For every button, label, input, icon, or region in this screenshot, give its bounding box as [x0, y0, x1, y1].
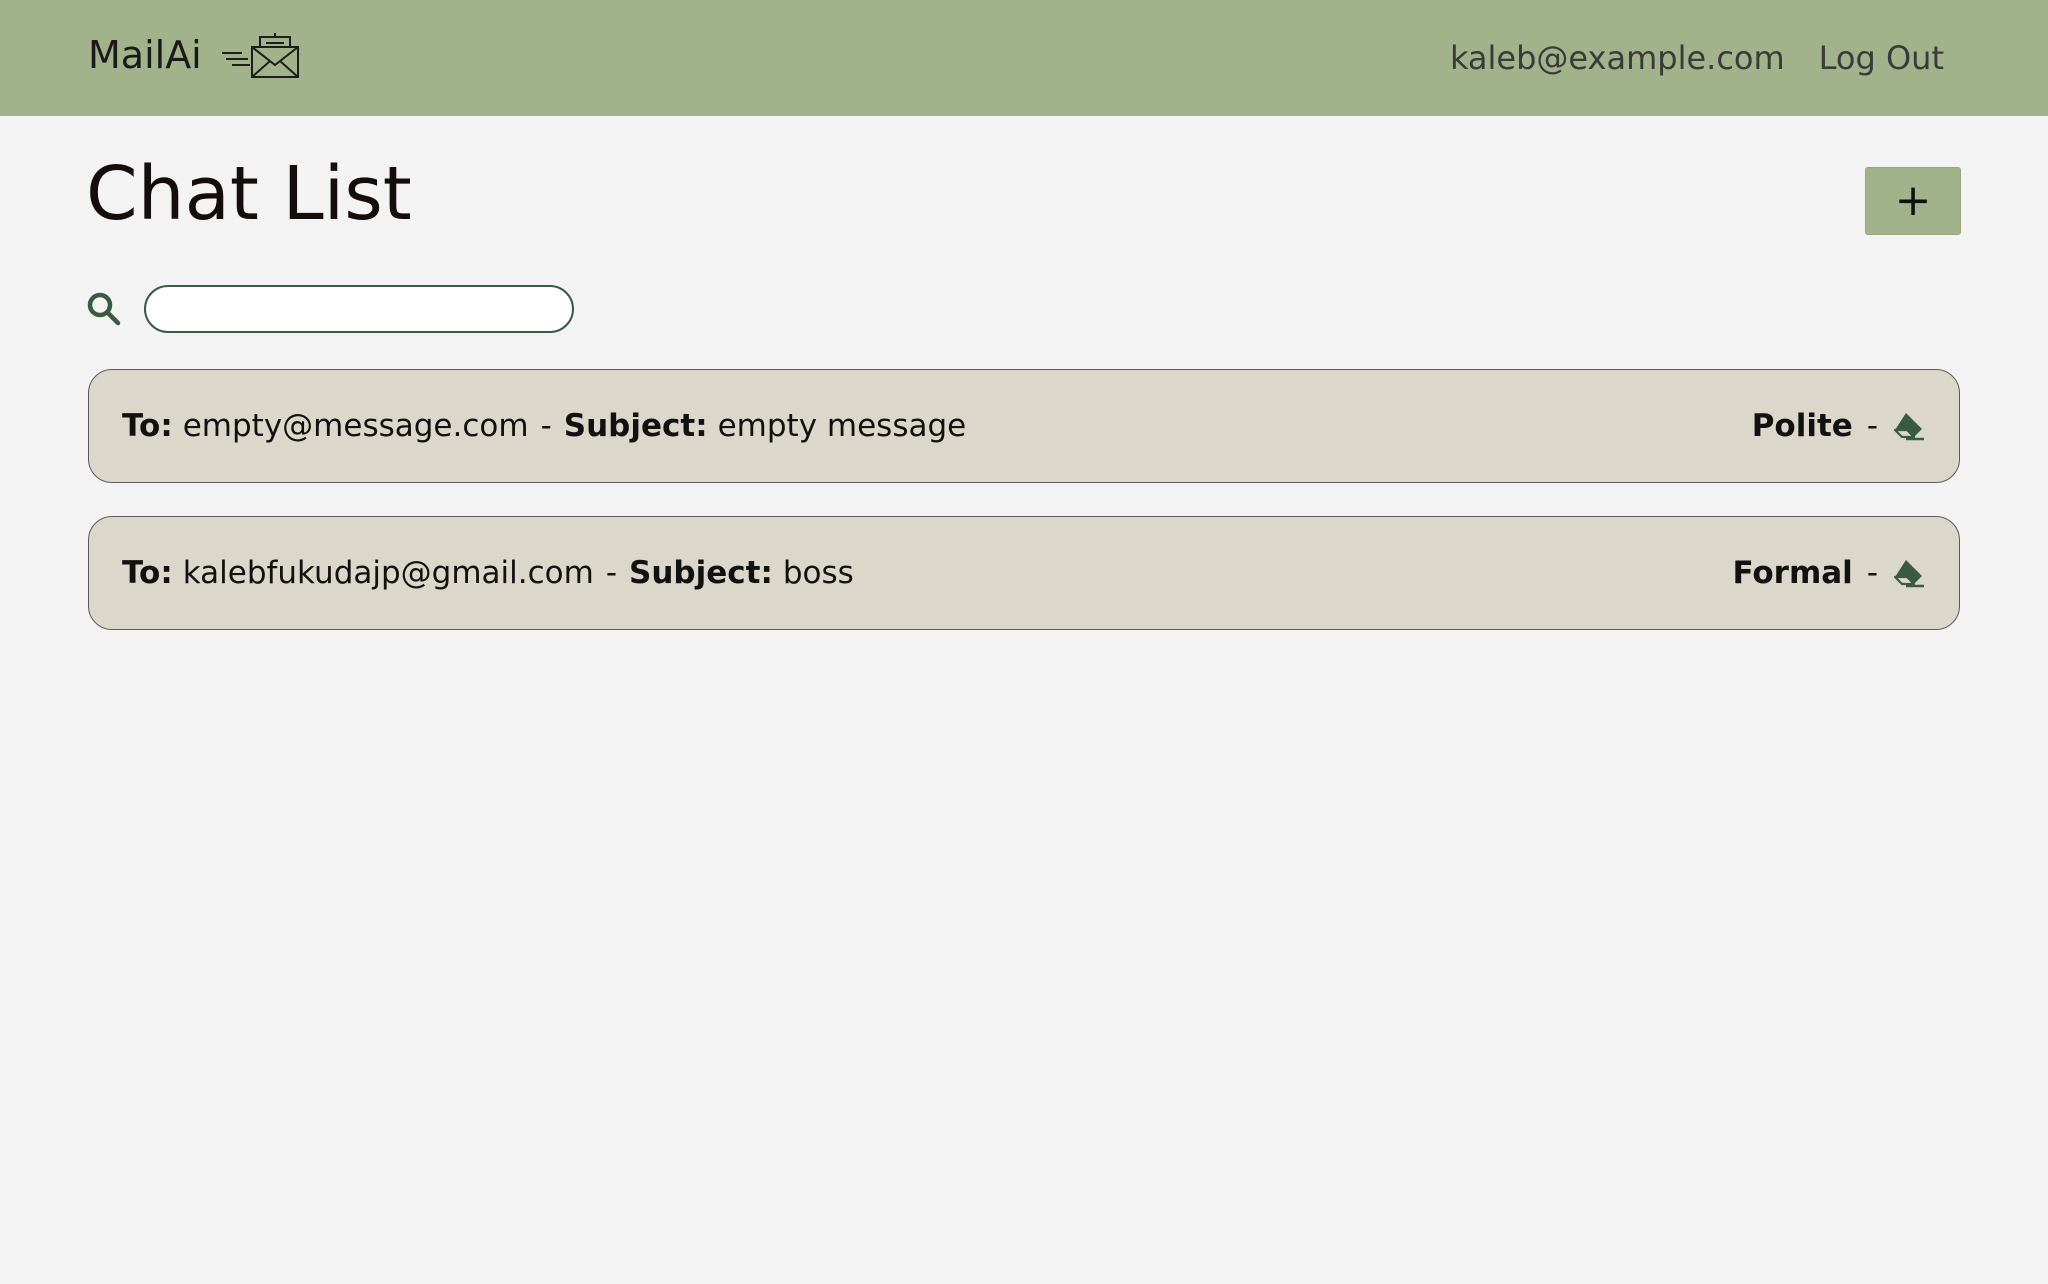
logout-link[interactable]: Log Out [1819, 34, 1944, 82]
separator: - [605, 554, 618, 591]
eraser-icon[interactable] [1892, 558, 1926, 588]
tone-label: Polite [1751, 407, 1853, 444]
envelope-mail-icon [220, 31, 302, 79]
subject-text: empty message [717, 407, 967, 444]
chat-list: To: empty@message.com - Subject: empty m… [88, 369, 1960, 663]
subject-text: boss [782, 554, 854, 591]
nav-right: kaleb@example.com Log Out [1450, 34, 1944, 82]
search-icon [86, 291, 122, 327]
add-chat-button[interactable]: + [1865, 167, 1961, 235]
chat-list-item[interactable]: To: kalebfukudajp@gmail.com - Subject: b… [88, 516, 1960, 630]
chat-list-item[interactable]: To: empty@message.com - Subject: empty m… [88, 369, 1960, 483]
search-bar [86, 285, 574, 333]
chat-actions: Formal - [1732, 517, 1926, 628]
subject-label: Subject: [629, 554, 773, 591]
brand[interactable]: MailAi [88, 26, 302, 84]
chat-actions: Polite - [1752, 370, 1926, 481]
subject-label: Subject: [563, 407, 708, 444]
to-label: To: [122, 554, 173, 591]
page-title: Chat List [86, 151, 412, 237]
recipient-email: kalebfukudajp@gmail.com [182, 554, 594, 591]
to-label: To: [122, 407, 173, 444]
chat-summary: To: empty@message.com - Subject: empty m… [122, 370, 966, 481]
user-email-link[interactable]: kaleb@example.com [1450, 34, 1785, 82]
recipient-email: empty@message.com [182, 407, 529, 444]
separator: - [1866, 554, 1878, 591]
separator: - [540, 407, 552, 444]
navbar: MailAi kaleb@example.com Log Out [0, 0, 2048, 116]
chat-summary: To: kalebfukudajp@gmail.com - Subject: b… [122, 517, 854, 628]
eraser-icon[interactable] [1892, 411, 1926, 441]
brand-name[interactable]: MailAi [88, 26, 202, 84]
tone-label: Formal [1732, 554, 1853, 591]
separator: - [1866, 407, 1878, 444]
search-input[interactable] [144, 285, 574, 333]
